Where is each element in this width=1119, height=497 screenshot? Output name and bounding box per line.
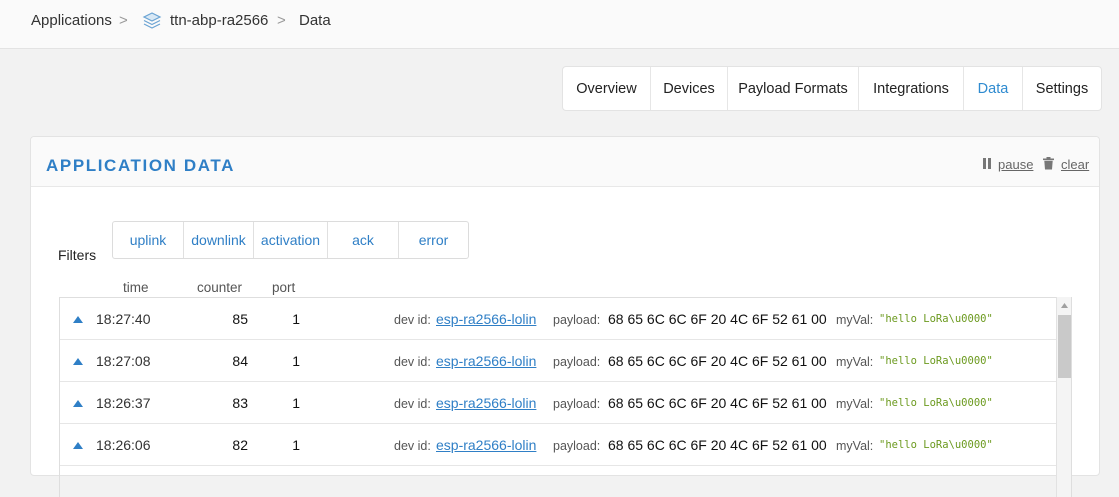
application-data-panel: APPLICATION DATA pause clear Filters upl…: [30, 136, 1100, 497]
dev-id-link[interactable]: esp-ra2566-lolin: [436, 395, 536, 411]
row-port: 1: [292, 311, 300, 327]
column-header-port: port: [272, 280, 296, 295]
scroll-up-arrow-icon[interactable]: [1061, 303, 1068, 308]
breadcrumb-current: Data: [299, 12, 331, 29]
breadcrumb-separator: >: [119, 12, 128, 29]
filter-uplink[interactable]: uplink: [113, 222, 184, 258]
dev-id-link[interactable]: esp-ra2566-lolin: [436, 311, 536, 327]
app-tabs: Overview Devices Payload Formats Integra…: [562, 66, 1102, 111]
payload-value: 68 65 6C 6C 6F 20 4C 6F 52 61 00: [608, 311, 827, 327]
row-counter: 82: [232, 437, 248, 453]
myval-value: "hello LoRa\u0000": [879, 355, 993, 367]
payload-value: 68 65 6C 6C 6F 20 4C 6F 52 61 00: [608, 395, 827, 411]
filter-error[interactable]: error: [399, 222, 468, 258]
table-row[interactable]: 18:26:37 83 1 dev id: esp-ra2566-lolin p…: [60, 382, 1071, 424]
column-header-time: time: [123, 280, 149, 295]
payload-label: payload:: [553, 397, 601, 411]
myval-value: "hello LoRa\u0000": [879, 439, 993, 451]
breadcrumb-bar: Applications > ttn-abp-ra2566 > Data: [0, 0, 1119, 49]
pause-button[interactable]: pause: [998, 157, 1033, 172]
myval-label: myVal:: [836, 439, 874, 453]
filter-group: uplink downlink activation ack error: [112, 221, 469, 259]
filter-ack[interactable]: ack: [328, 222, 399, 258]
uplink-arrow-icon: [73, 316, 83, 323]
table-row[interactable]: 18:26:06 82 1 dev id: esp-ra2566-lolin p…: [60, 424, 1071, 466]
myval-label: myVal:: [836, 355, 874, 369]
payload-label: payload:: [553, 439, 601, 453]
breadcrumb-app-id[interactable]: ttn-abp-ra2566: [170, 12, 268, 29]
dev-id-link[interactable]: esp-ra2566-lolin: [436, 437, 536, 453]
table-row[interactable]: 18:27:40 85 1 dev id: esp-ra2566-lolin p…: [60, 298, 1071, 340]
myval-value: "hello LoRa\u0000": [879, 397, 993, 409]
row-port: 1: [292, 437, 300, 453]
row-port: 1: [292, 395, 300, 411]
dev-id-link[interactable]: esp-ra2566-lolin: [436, 353, 536, 369]
uplink-arrow-icon: [73, 442, 83, 449]
clear-button[interactable]: clear: [1061, 157, 1089, 172]
row-counter: 83: [232, 395, 248, 411]
table-row[interactable]: 18:27:08 84 1 dev id: esp-ra2566-lolin p…: [60, 340, 1071, 382]
pause-icon[interactable]: [983, 158, 991, 169]
payload-value: 68 65 6C 6C 6F 20 4C 6F 52 61 00: [608, 353, 827, 369]
filter-activation[interactable]: activation: [254, 222, 328, 258]
uplink-arrow-icon: [73, 358, 83, 365]
dev-id-label: dev id:: [394, 439, 431, 453]
tab-payload-formats[interactable]: Payload Formats: [728, 67, 859, 110]
breadcrumb-separator: >: [277, 12, 286, 29]
row-time: 18:26:37: [96, 395, 151, 411]
myval-value: "hello LoRa\u0000": [879, 313, 993, 325]
myval-label: myVal:: [836, 397, 874, 411]
tab-data[interactable]: Data: [964, 67, 1023, 110]
tab-overview[interactable]: Overview: [563, 67, 651, 110]
payload-value: 68 65 6C 6C 6F 20 4C 6F 52 61 00: [608, 437, 827, 453]
dev-id-label: dev id:: [394, 355, 431, 369]
tab-devices[interactable]: Devices: [651, 67, 728, 110]
payload-label: payload:: [553, 313, 601, 327]
row-time: 18:27:08: [96, 353, 151, 369]
dev-id-label: dev id:: [394, 397, 431, 411]
panel-header: APPLICATION DATA pause clear: [31, 137, 1099, 187]
row-time: 18:27:40: [96, 311, 151, 327]
list-scrollbar[interactable]: [1056, 297, 1071, 497]
layers-icon: [142, 12, 162, 29]
uplink-arrow-icon: [73, 400, 83, 407]
tab-settings[interactable]: Settings: [1023, 67, 1101, 110]
row-port: 1: [292, 353, 300, 369]
payload-label: payload:: [553, 355, 601, 369]
scrollbar-thumb[interactable]: [1058, 315, 1071, 378]
column-header-counter: counter: [197, 280, 243, 295]
trash-icon[interactable]: [1043, 157, 1054, 170]
myval-label: myVal:: [836, 313, 874, 327]
filter-downlink[interactable]: downlink: [184, 222, 254, 258]
tab-integrations[interactable]: Integrations: [859, 67, 964, 110]
breadcrumb-applications[interactable]: Applications: [31, 12, 112, 29]
panel-title: APPLICATION DATA: [46, 156, 235, 175]
dev-id-label: dev id:: [394, 313, 431, 327]
filters-label: Filters: [58, 247, 97, 263]
row-counter: 85: [232, 311, 248, 327]
data-list: 18:27:40 85 1 dev id: esp-ra2566-lolin p…: [59, 297, 1072, 497]
row-time: 18:26:06: [96, 437, 151, 453]
row-counter: 84: [232, 353, 248, 369]
